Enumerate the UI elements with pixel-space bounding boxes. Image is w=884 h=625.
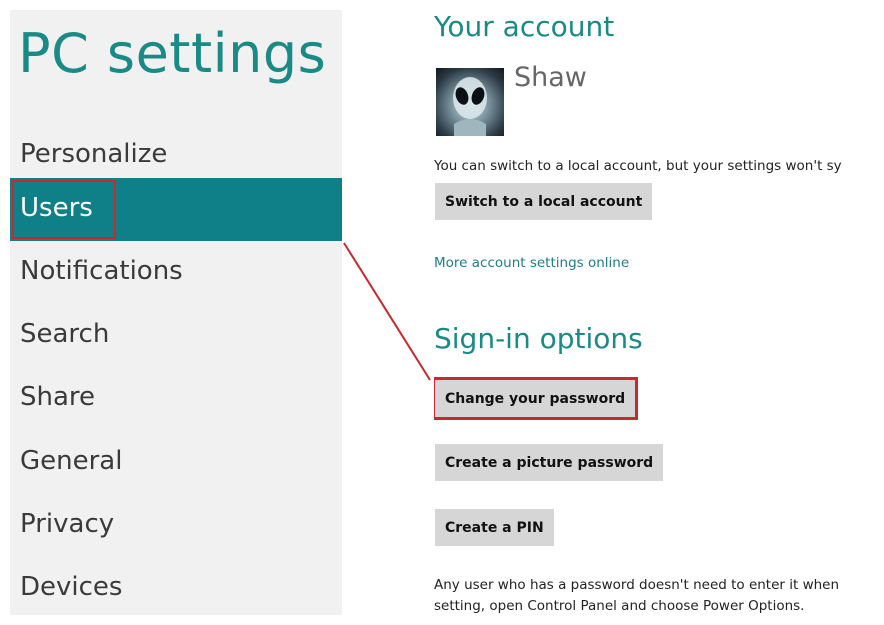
more-account-settings-link[interactable]: More account settings online <box>434 255 629 271</box>
sidebar-item-general[interactable]: General <box>10 431 342 494</box>
sidebar-item-notifications[interactable]: Notifications <box>10 241 342 304</box>
users-highlight-box <box>12 180 116 239</box>
password-note-line2: setting, open Control Panel and choose P… <box>434 598 805 614</box>
alien-avatar-icon <box>453 77 487 136</box>
sign-in-options-heading: Sign-in options <box>434 322 643 355</box>
account-username: Shaw <box>514 62 587 93</box>
sidebar-item-search[interactable]: Search <box>10 304 342 367</box>
sidebar-item-label: Personalize <box>20 139 168 169</box>
sidebar-item-privacy[interactable]: Privacy <box>10 494 342 557</box>
sidebar-item-devices[interactable]: Devices <box>10 557 342 620</box>
create-pin-button[interactable]: Create a PIN <box>435 509 554 546</box>
your-account-heading: Your account <box>434 10 615 43</box>
sidebar-item-label: Privacy <box>20 509 115 539</box>
avatar <box>436 68 504 136</box>
password-note-line1: Any user who has a password doesn't need… <box>434 577 840 593</box>
sidebar-item-label: General <box>20 446 123 476</box>
switch-local-account-button[interactable]: Switch to a local account <box>435 183 653 220</box>
sidebar-item-label: Share <box>20 382 96 412</box>
change-password-button[interactable]: Change your password <box>434 377 639 420</box>
sidebar-item-label: Notifications <box>20 256 183 286</box>
account-content: Your account Shaw You can switch to a lo… <box>434 0 884 625</box>
sidebar-item-share[interactable]: Share <box>10 367 342 430</box>
sidebar-item-label: Search <box>20 319 110 349</box>
create-picture-password-button[interactable]: Create a picture password <box>435 444 664 481</box>
app-title: PC settings <box>18 22 327 85</box>
settings-sidebar: PC settings Personalize Users Notificati… <box>10 10 342 615</box>
sidebar-item-label: Devices <box>20 572 123 602</box>
switch-account-note: You can switch to a local account, but y… <box>434 158 842 174</box>
